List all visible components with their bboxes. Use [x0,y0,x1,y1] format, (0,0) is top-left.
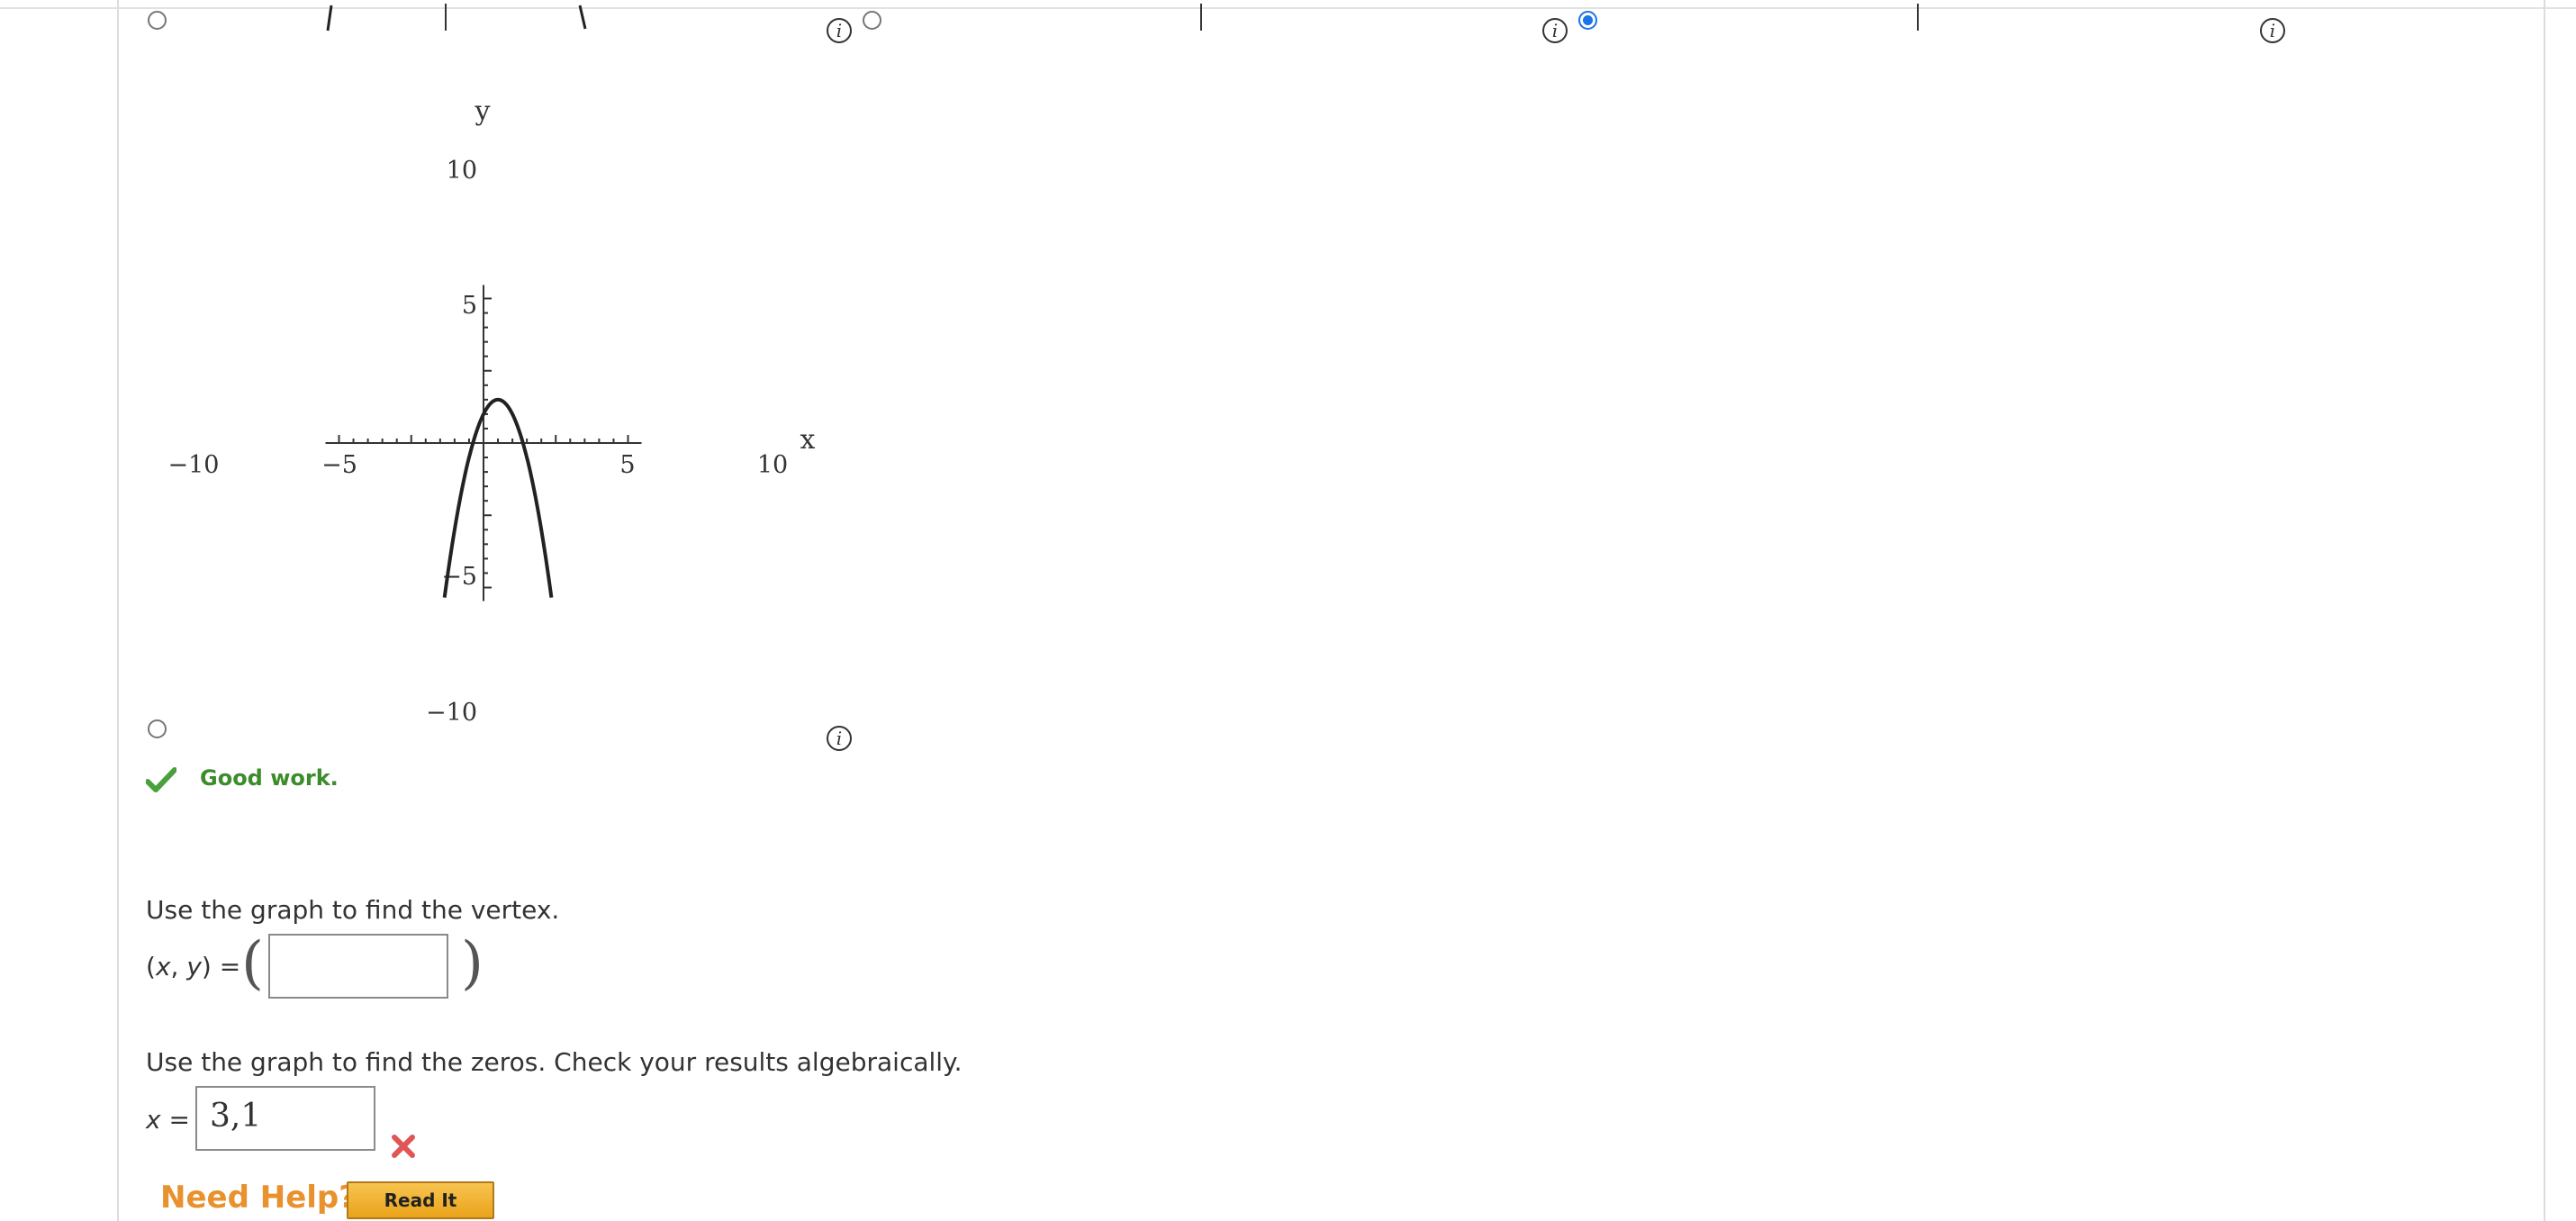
zeros-answer-input[interactable]: 3,1 [195,1086,375,1151]
check-icon [146,767,176,792]
wrong-icon [392,1135,415,1158]
option-1-radio-button[interactable] [148,11,167,30]
option-1-graph-fragment [326,4,587,32]
zeros-question-prompt: Use the graph to find the zeros. Check y… [146,1047,963,1077]
option-1-info-icon[interactable]: i [827,18,852,43]
graph-axes [325,285,642,601]
zeros-answer-label: x = [146,1105,190,1135]
vertex-open-paren: ( [241,930,264,997]
option-3-radio-button[interactable] [1578,11,1597,30]
content-frame-right-border [2544,0,2545,1221]
option-3-info-icon[interactable]: i [2260,18,2285,43]
x-tick-label: 5 [619,451,635,479]
vertex-answer-input[interactable] [268,934,448,999]
option-2-info-icon[interactable]: i [1542,18,1568,43]
y-tick-label: −10 [426,699,477,727]
y-tick-label: 10 [447,157,477,185]
vertex-answer-label: (x, y) = [146,952,241,981]
vertex-question-prompt: Use the graph to find the vertex. [146,895,560,925]
feedback-text: Good work. [200,765,339,791]
need-help-label: Need Help? [160,1180,357,1216]
parabola-graph: y x −10 −5 5 10 10 5 −5 −10 [168,95,816,727]
vertex-close-paren: ) [461,930,484,997]
option-2-radio-button[interactable] [863,11,881,30]
option-4-radio-button[interactable] [148,719,167,738]
read-it-button[interactable]: Read It [347,1181,494,1219]
x-tick-label: −5 [321,451,357,479]
x-tick-label: −10 [168,451,220,479]
content-frame-left-border [117,0,119,1221]
option-3-graph-fragment [1917,4,1919,31]
y-tick-label: 5 [462,292,477,320]
option-4-info-icon[interactable]: i [827,726,852,751]
x-axis-label: x [800,424,816,456]
option-2-graph-fragment [1200,4,1202,31]
y-axis-label: y [475,95,491,127]
x-tick-label: 10 [757,451,788,479]
